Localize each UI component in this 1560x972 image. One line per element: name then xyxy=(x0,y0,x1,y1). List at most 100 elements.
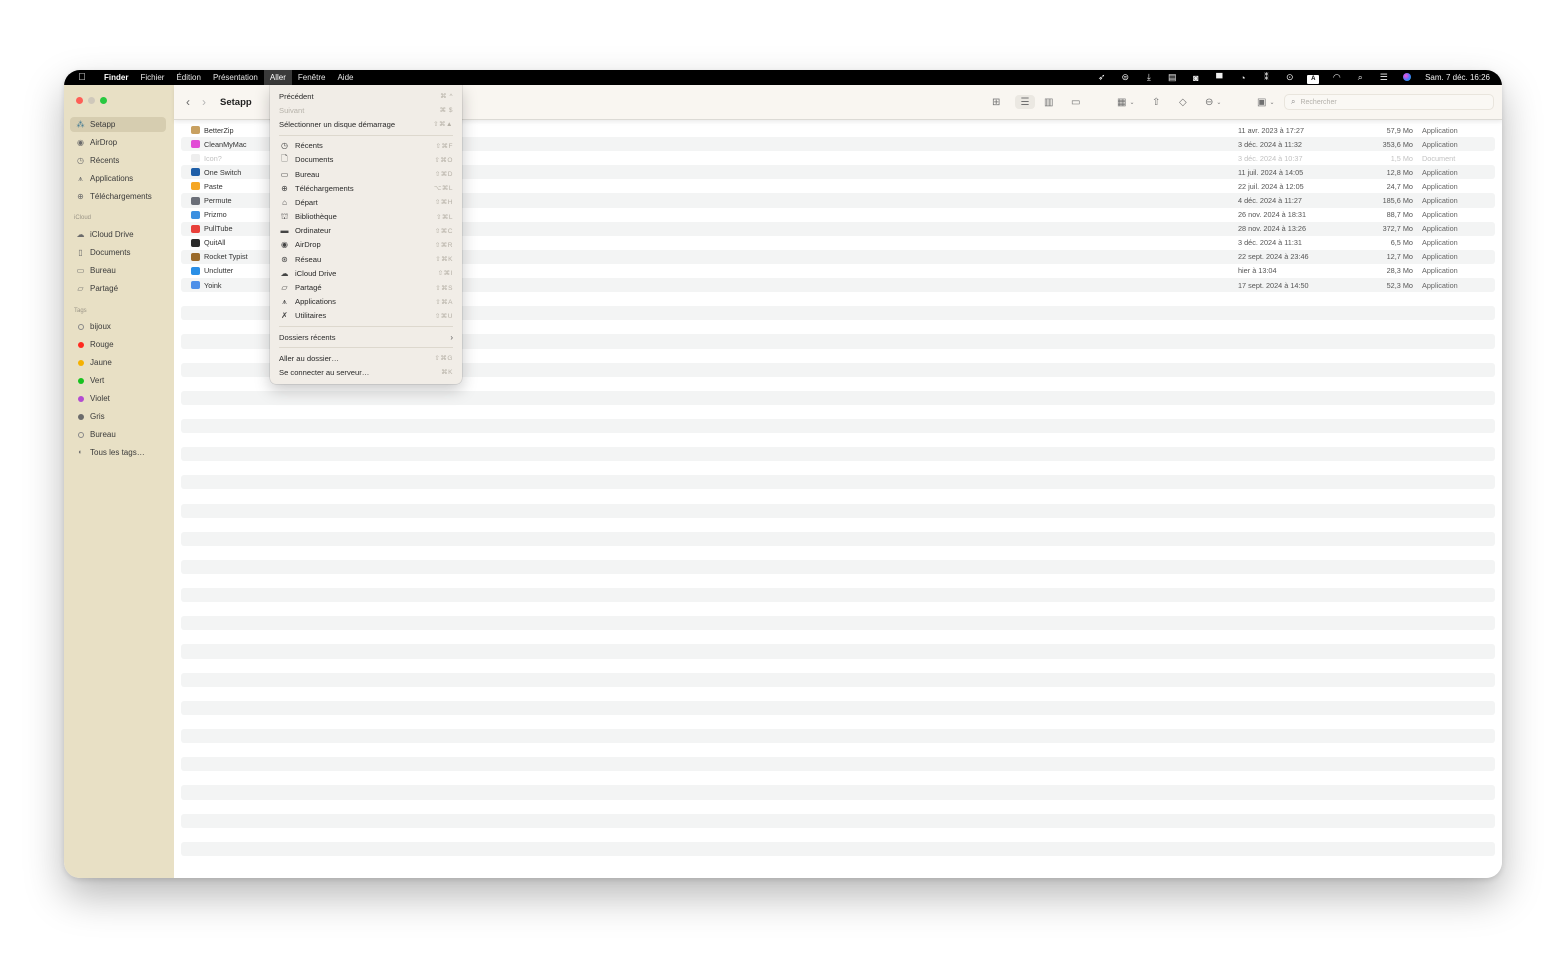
sidebar-item-partage[interactable]: ▱ Partagé xyxy=(70,281,166,296)
share-button[interactable]: ⇧ xyxy=(1152,95,1160,109)
menu-item-téléchargements[interactable]: ⊕ Téléchargements ⌥⌘L xyxy=(270,181,462,195)
forward-button[interactable]: › xyxy=(202,95,206,109)
sidebar-tag-violet[interactable]: Violet xyxy=(70,391,166,406)
pastebot-icon[interactable]: ◙ xyxy=(1184,73,1208,83)
file-date: 3 déc. 2024 à 11:31 xyxy=(1238,238,1302,248)
menu-item-label: Applications xyxy=(295,297,336,307)
menu-item-se-connecter-au-serveur[interactable]: Se connecter au serveur… ⌘K xyxy=(270,365,462,379)
menu-item-réseau[interactable]: ⊛ Réseau ⇧⌘K xyxy=(270,252,462,266)
sidebar-item-setapp[interactable]: ⁂ Setapp xyxy=(70,117,166,132)
menu-item-départ[interactable]: ⌂ Départ ⇧⌘H xyxy=(270,195,462,209)
keyboard-shortcut: ⇧⌘K xyxy=(435,256,453,264)
menu-item-documents[interactable]: 🗋 Documents ⇧⌘O xyxy=(270,153,462,167)
sidebar-item-label: Rouge xyxy=(90,340,114,349)
refresh-circle-icon[interactable]: ◔ xyxy=(1231,73,1255,83)
empty-row xyxy=(181,644,1495,659)
chevron-right-icon: › xyxy=(450,332,453,342)
menu-item-bureau[interactable]: ▭ Bureau ⇧⌘D xyxy=(270,167,462,181)
pastebot-toolbar-button[interactable]: ▣ ⌄ xyxy=(1257,95,1274,109)
sidebar-item-label: Setapp xyxy=(90,120,116,129)
menu-item-airdrop[interactable]: ◉ AirDrop ⇧⌘R xyxy=(270,238,462,252)
icon-view-button[interactable]: ⊞ xyxy=(992,95,1000,109)
keyboard-shortcut: ⇧⌘A xyxy=(435,298,453,306)
sidebar-tag-bijoux[interactable]: bijoux xyxy=(70,319,166,334)
menu-item-partagé[interactable]: ▱ Partagé ⇧⌘S xyxy=(270,280,462,294)
siri-icon[interactable] xyxy=(1396,72,1420,83)
menu-app-finder[interactable]: Finder xyxy=(98,70,134,85)
file-date: 4 déc. 2024 à 11:27 xyxy=(1238,196,1302,206)
zoom-button[interactable] xyxy=(100,97,107,104)
sidebar-item-icloud-drive[interactable]: ☁ iCloud Drive xyxy=(70,227,166,242)
file-size: 12,8 Mo xyxy=(1386,167,1413,177)
menu-item-icloud-drive[interactable]: ☁ iCloud Drive ⇧⌘I xyxy=(270,266,462,280)
sidebar-tag-gris[interactable]: Gris xyxy=(70,409,166,424)
file-kind: Application xyxy=(1422,210,1458,220)
app-icon xyxy=(191,252,200,261)
input-source-icon[interactable]: A xyxy=(1302,72,1326,84)
minimize-button[interactable] xyxy=(88,97,95,104)
menu-item-sélectionner-un-disque-démarrage[interactable]: Sélectionner un disque démarrage ⇧⌘▲ xyxy=(270,117,462,131)
rocket-icon[interactable]: ➶ xyxy=(1090,72,1114,83)
window-controls xyxy=(76,97,107,104)
group-button[interactable]: ▦ ⌄ xyxy=(1117,95,1134,109)
menu-item-aller-au-dossier[interactable]: Aller au dossier… ⇧⌘G xyxy=(270,351,462,365)
wifi-icon[interactable]: ◠ xyxy=(1325,72,1349,83)
menu-item-dossiers-récents[interactable]: Dossiers récents › xyxy=(270,330,462,344)
archive-box-icon[interactable]: ▤ xyxy=(1161,72,1185,83)
control-center-icon[interactable]: ☰ xyxy=(1372,72,1396,83)
column-view-button[interactable]: ▥ xyxy=(1044,95,1053,109)
menu-item-suivant[interactable]: Suivant ⌘ $ xyxy=(270,103,462,117)
search-field[interactable]: ⌕ Rechercher xyxy=(1284,94,1494,110)
sidebar-tag-jaune[interactable]: Jaune xyxy=(70,355,166,370)
menu-item-précédent[interactable]: Précédent ⌘ ^ xyxy=(270,89,462,103)
menu-presentation[interactable]: Présentation xyxy=(207,70,264,85)
play-circle-icon[interactable]: ⊙ xyxy=(1278,72,1302,83)
app-icon xyxy=(191,238,200,247)
more-actions-button[interactable]: ⊖ ⌄ xyxy=(1205,95,1221,109)
sidebar-tag-vert[interactable]: Vert xyxy=(70,373,166,388)
file-date: 3 déc. 2024 à 10:37 xyxy=(1238,153,1303,163)
back-button[interactable]: ‹ xyxy=(186,95,190,109)
sidebar-tag-bureau[interactable]: Bureau xyxy=(70,427,166,442)
menu-bar-clock[interactable]: Sam. 7 déc. 16:26 xyxy=(1425,73,1490,82)
menu-aller[interactable]: Aller xyxy=(263,70,292,85)
menu-edition[interactable]: Édition xyxy=(170,70,206,85)
download-icon[interactable]: ⤓ xyxy=(1137,72,1161,83)
sidebar-item-label: Bureau xyxy=(90,430,116,439)
menu-item-bibliothèque[interactable]: ⛫ Bibliothèque ⇧⌘L xyxy=(270,210,462,224)
setapp-badge-icon[interactable]: ⁑ xyxy=(1255,72,1279,83)
menu-fenetre[interactable]: Fenêtre xyxy=(292,70,332,85)
clock-icon: ◷ xyxy=(77,156,84,165)
sidebar-item-recents[interactable]: ◷ Récents xyxy=(70,153,166,168)
display-icon[interactable]: ▀ xyxy=(1208,73,1232,83)
setapp-square-icon[interactable]: ⊜ xyxy=(1114,72,1138,83)
file-date: 11 avr. 2023 à 17:27 xyxy=(1238,125,1304,135)
file-kind: Application xyxy=(1422,181,1458,191)
list-view-button[interactable]: ☰ xyxy=(1015,95,1035,109)
menu-item-applications[interactable]: ⩚ Applications ⇧⌘A xyxy=(270,295,462,309)
menu-fichier[interactable]: Fichier xyxy=(134,70,170,85)
apple-menu-icon[interactable]:  xyxy=(74,72,90,83)
window-title: Setapp xyxy=(220,96,252,108)
menu-item-utilitaires[interactable]: ✗ Utilitaires ⇧⌘U xyxy=(270,309,462,323)
sidebar-tag-all[interactable]: ◐ Tous les tags… xyxy=(70,445,166,460)
sidebar-item-airdrop[interactable]: ◉ AirDrop xyxy=(70,135,166,150)
sidebar-item-bureau[interactable]: ▭ Bureau xyxy=(70,263,166,278)
file-size: 353,6 Mo xyxy=(1382,139,1413,149)
menu-aide[interactable]: Aide xyxy=(331,70,359,85)
menu-item-label: Documents xyxy=(295,155,334,165)
desktop-screen:  Finder Fichier Édition Présentation Al… xyxy=(64,70,1502,878)
sidebar-item-documents[interactable]: ▯ Documents xyxy=(70,245,166,260)
menu-item-récents[interactable]: ◷ Récents ⇧⌘F xyxy=(270,139,462,153)
empty-row xyxy=(181,616,1495,631)
tag-button[interactable]: ◇ xyxy=(1179,95,1187,109)
empty-row xyxy=(181,489,1495,503)
gallery-view-button[interactable]: ▭ xyxy=(1071,95,1080,109)
spotlight-icon[interactable]: ⌕ xyxy=(1349,72,1373,83)
menu-item-ordinateur[interactable]: ▬ Ordinateur ⇧⌘C xyxy=(270,224,462,238)
sidebar-item-telechargements[interactable]: ⊕ Téléchargements xyxy=(70,189,166,204)
close-button[interactable] xyxy=(76,97,83,104)
sidebar-tag-rouge[interactable]: Rouge xyxy=(70,337,166,352)
file-kind: Application xyxy=(1422,238,1458,248)
sidebar-item-applications[interactable]: ⩚ Applications xyxy=(70,171,166,186)
